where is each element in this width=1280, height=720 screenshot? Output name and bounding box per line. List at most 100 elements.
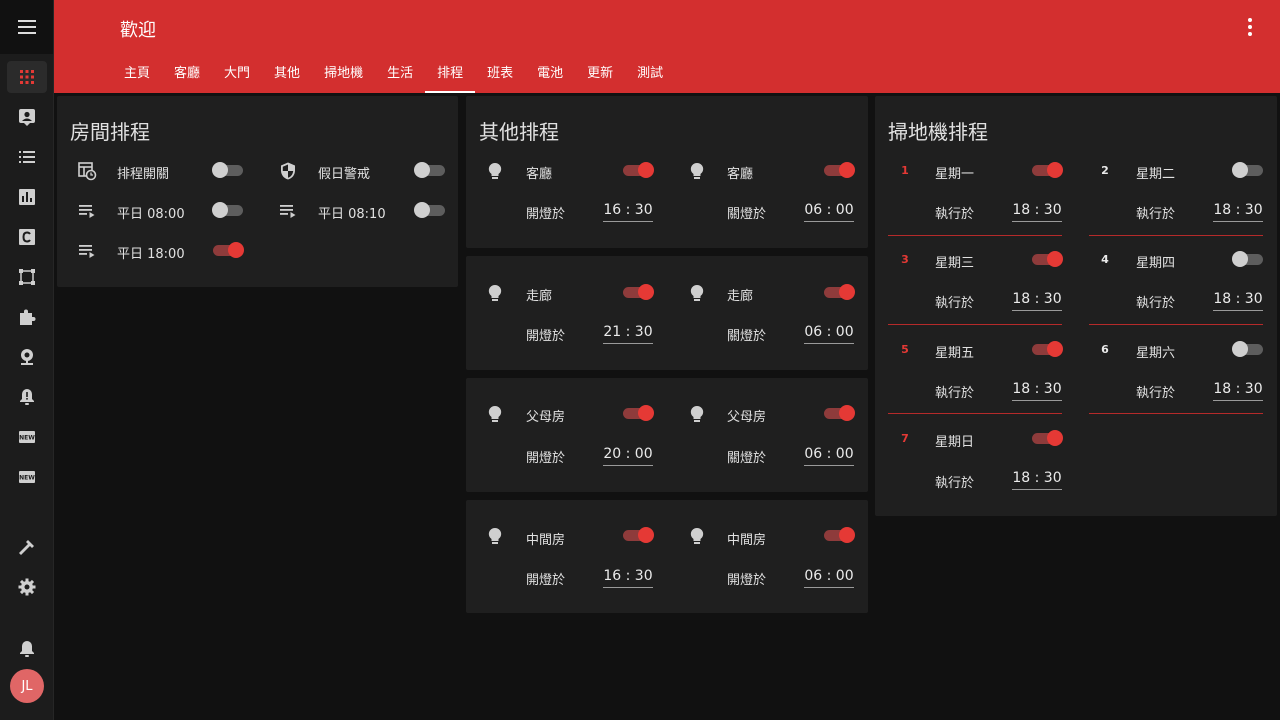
action-label: 執行於 — [935, 386, 975, 401]
avatar[interactable]: JL — [10, 669, 44, 703]
time-input[interactable]: 18 : 30 — [1012, 468, 1062, 490]
day-switch[interactable] — [1232, 160, 1264, 180]
time-input[interactable]: 16 : 30 — [603, 200, 653, 222]
room-item-label: 假日警戒 — [318, 167, 371, 182]
action-label: 開燈於 — [526, 207, 566, 222]
light-off-switch[interactable] — [823, 282, 855, 302]
bell-icon — [20, 641, 34, 657]
svg-text:NEW: NEW — [19, 475, 35, 482]
tab-battery[interactable]: 電池 — [525, 56, 575, 93]
light-on-switch[interactable] — [622, 282, 654, 302]
time-input[interactable]: 06 : 00 — [804, 566, 854, 588]
sidebar-item-history[interactable] — [7, 181, 47, 213]
time-input[interactable]: 21 : 30 — [603, 322, 653, 344]
day-number: 5 — [901, 343, 909, 356]
holiday-alert-switch[interactable] — [414, 160, 446, 180]
action-label: 執行於 — [935, 207, 975, 222]
vacuum-schedule-title: 掃地機排程 — [888, 120, 988, 144]
time-input[interactable]: 18 : 30 — [1012, 379, 1062, 401]
sidebar-item-person[interactable] — [7, 101, 47, 133]
time-input[interactable]: 06 : 00 — [804, 322, 854, 344]
lightbulb-icon — [690, 162, 704, 179]
sidebar-item-c[interactable] — [7, 221, 47, 253]
light-off-switch[interactable] — [823, 160, 855, 180]
day-switch[interactable] — [1232, 339, 1264, 359]
more-options-button[interactable] — [1240, 16, 1260, 38]
day-switch[interactable] — [1232, 249, 1264, 269]
sidebar-item-dashboard[interactable] — [7, 61, 47, 93]
menu-button[interactable] — [0, 0, 53, 54]
webcam-icon — [21, 349, 33, 365]
time-input[interactable]: 06 : 00 — [804, 200, 854, 222]
weekday-1800-switch[interactable] — [212, 240, 244, 260]
room-item-label: 排程開關 — [117, 167, 170, 182]
tab-test[interactable]: 測試 — [625, 56, 675, 93]
day-number: 7 — [901, 432, 909, 445]
day-switch[interactable] — [1031, 249, 1063, 269]
time-input[interactable]: 18 : 30 — [1012, 200, 1062, 222]
action-label: 開燈於 — [526, 573, 566, 588]
action-label: 執行於 — [1136, 207, 1176, 222]
sidebar-item-list[interactable] — [7, 141, 47, 173]
playlist-play-icon — [79, 205, 95, 218]
tab-home[interactable]: 主頁 — [112, 56, 162, 93]
sidebar-item-addons[interactable] — [7, 301, 47, 333]
sidebar-item-new-1[interactable]: NEW — [7, 421, 47, 453]
weekday-0810-switch[interactable] — [414, 200, 446, 220]
tab-update[interactable]: 更新 — [575, 56, 625, 93]
action-label: 開燈於 — [526, 451, 566, 466]
action-label: 開燈於 — [526, 329, 566, 344]
puzzle-icon — [20, 309, 36, 325]
tab-gate[interactable]: 大門 — [212, 56, 262, 93]
weekday-0800-switch[interactable] — [212, 200, 244, 220]
other-schedule-card-3: 父母房 開燈於 20 : 00 父母房 關燈於 06 : 00 — [466, 378, 868, 492]
light-name: 客廳 — [727, 167, 754, 182]
sidebar-item-developer[interactable] — [7, 531, 47, 563]
day-switch[interactable] — [1031, 428, 1063, 448]
time-input[interactable]: 16 : 30 — [603, 566, 653, 588]
hammer-icon — [19, 540, 34, 555]
sidebar-item-camera[interactable] — [7, 341, 47, 373]
light-off-switch[interactable] — [823, 403, 855, 423]
room-schedule-title: 房間排程 — [70, 120, 150, 144]
tab-other[interactable]: 其他 — [262, 56, 312, 93]
room-schedule-card: 房間排程 排程開關 假日警戒 平日 08:00 平日 08:10 平日 18:0… — [57, 96, 458, 287]
gear-icon — [18, 578, 36, 596]
list-icon — [19, 151, 35, 163]
tab-living-room[interactable]: 客廳 — [162, 56, 212, 93]
tab-life[interactable]: 生活 — [375, 56, 425, 93]
time-input[interactable]: 18 : 30 — [1213, 379, 1263, 401]
light-on-switch[interactable] — [622, 403, 654, 423]
light-on-switch[interactable] — [622, 525, 654, 545]
time-input[interactable]: 20 : 00 — [603, 444, 653, 466]
time-input[interactable]: 18 : 30 — [1213, 200, 1263, 222]
day-switch[interactable] — [1031, 160, 1063, 180]
day-label: 星期二 — [1136, 167, 1176, 182]
sidebar-item-settings[interactable] — [7, 571, 47, 603]
tab-vacuum[interactable]: 掃地機 — [312, 56, 375, 93]
time-input[interactable]: 06 : 00 — [804, 444, 854, 466]
row-divider — [888, 235, 1062, 236]
sidebar-item-alerts[interactable] — [7, 381, 47, 413]
action-label: 開燈於 — [727, 573, 767, 588]
day-label: 星期一 — [935, 167, 975, 182]
day-number: 2 — [1101, 164, 1109, 177]
tab-shift[interactable]: 班表 — [475, 56, 525, 93]
action-label: 執行於 — [1136, 386, 1176, 401]
light-on-switch[interactable] — [622, 160, 654, 180]
action-label: 執行於 — [935, 296, 975, 311]
room-schedule-switch[interactable] — [212, 160, 244, 180]
sidebar-item-frame[interactable] — [7, 261, 47, 293]
lightbulb-icon — [690, 527, 704, 544]
light-name: 走廊 — [727, 289, 754, 304]
time-input[interactable]: 18 : 30 — [1012, 289, 1062, 311]
sidebar-item-new-2[interactable]: NEW — [7, 461, 47, 493]
sidebar-item-notifications[interactable] — [7, 633, 47, 665]
day-number: 6 — [1101, 343, 1109, 356]
light-off-switch[interactable] — [823, 525, 855, 545]
time-input[interactable]: 18 : 30 — [1213, 289, 1263, 311]
day-switch[interactable] — [1031, 339, 1063, 359]
lightbulb-icon — [488, 405, 502, 422]
room-item-label: 平日 08:10 — [318, 207, 386, 222]
tab-schedule[interactable]: 排程 — [425, 56, 476, 93]
